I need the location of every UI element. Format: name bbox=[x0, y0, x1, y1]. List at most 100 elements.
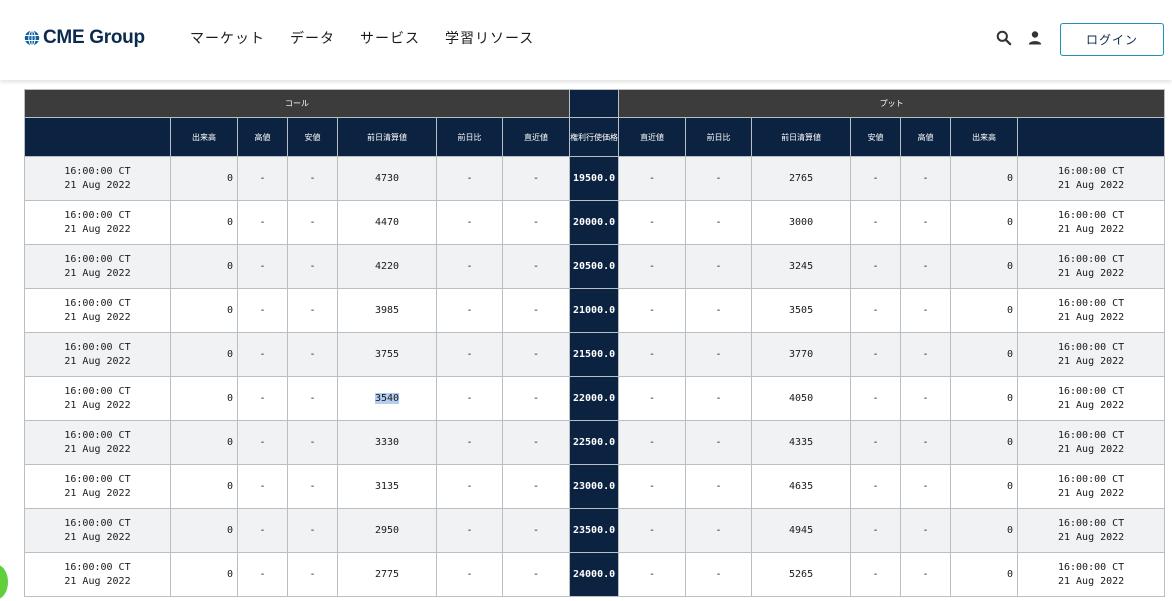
cell-strike: 19500.0 bbox=[569, 156, 620, 201]
cell-call-low: - bbox=[287, 420, 338, 465]
options-quote-table: コール プット 出来高 高値 安値 前日清算値 前日比 直近値 権利行使価格 直… bbox=[23, 89, 1166, 597]
chat-icon[interactable] bbox=[0, 563, 10, 601]
col-put-updated bbox=[1017, 117, 1166, 157]
table-row: 16:00:00 CT 21 Aug 2022 0 - - 4730 - - 19500.0 - -… bbox=[24, 156, 1166, 201]
cell-put-updated: 16:00:00 CT 21 Aug 2022 bbox=[1017, 200, 1166, 245]
search-icon[interactable] bbox=[995, 29, 1013, 47]
col-call-change[interactable]: 前日比 bbox=[436, 117, 503, 157]
call-high-value: - bbox=[259, 525, 266, 536]
login-button[interactable]: ログイン bbox=[1060, 23, 1164, 56]
call-high-value: - bbox=[259, 217, 266, 228]
cell-put-prior-settle: 4945 bbox=[751, 508, 852, 553]
cell-put-change: - bbox=[685, 244, 753, 289]
cell-put-low: - bbox=[850, 376, 902, 421]
cell-put-high: - bbox=[900, 332, 952, 377]
put-volume-value: 0 bbox=[1007, 217, 1014, 228]
call-high-value: - bbox=[259, 481, 266, 492]
col-call-prior-settle[interactable]: 前日清算値 bbox=[337, 117, 437, 157]
call-last-value: - bbox=[533, 569, 540, 580]
cell-strike: 21000.0 bbox=[569, 288, 620, 333]
cell-put-last: - bbox=[618, 288, 687, 333]
cell-put-high: - bbox=[900, 508, 952, 553]
cell-call-last: - bbox=[501, 244, 571, 289]
cell-call-prior-settle: 3330 bbox=[337, 420, 437, 465]
put-low-value: - bbox=[872, 349, 879, 360]
put-last-value: - bbox=[649, 393, 656, 404]
put-high-value: - bbox=[922, 481, 929, 492]
put-change-value: - bbox=[715, 481, 722, 492]
call-last-value: - bbox=[533, 261, 540, 272]
put-update-date: 21 Aug 2022 bbox=[1057, 179, 1125, 191]
cell-call-change: - bbox=[436, 464, 503, 509]
nav-item-services[interactable]: サービス bbox=[360, 28, 420, 48]
cell-put-low: - bbox=[850, 156, 902, 201]
table-row: 16:00:00 CT 21 Aug 2022 0 - - 3540 - - 22000.0 - -… bbox=[24, 376, 1166, 421]
put-update-time: 16:00:00 CT bbox=[1057, 562, 1125, 573]
call-update-date: 21 Aug 2022 bbox=[64, 311, 131, 323]
call-low-value: - bbox=[309, 481, 316, 492]
put-low-value: - bbox=[872, 305, 879, 316]
cell-put-last: - bbox=[618, 200, 687, 245]
cell-put-low: - bbox=[850, 244, 902, 289]
cell-call-change: - bbox=[436, 552, 503, 597]
nav-item-markets[interactable]: マーケット bbox=[190, 28, 265, 48]
put-volume-value: 0 bbox=[1007, 437, 1014, 448]
put-update-time: 16:00:00 CT bbox=[1057, 430, 1125, 441]
strike-value: 20500.0 bbox=[572, 261, 616, 272]
put-low-value: - bbox=[872, 261, 879, 272]
put-update-date: 21 Aug 2022 bbox=[1057, 575, 1125, 587]
call-volume-value: 0 bbox=[226, 525, 233, 536]
col-call-last[interactable]: 直近値 bbox=[501, 117, 571, 157]
cell-call-volume: 0 bbox=[170, 244, 238, 289]
put-update-date: 21 Aug 2022 bbox=[1057, 311, 1125, 323]
cell-put-high: - bbox=[900, 244, 952, 289]
cell-call-high: - bbox=[237, 200, 288, 245]
cell-call-updated: 16:00:00 CT 21 Aug 2022 bbox=[24, 244, 171, 289]
table-row: 16:00:00 CT 21 Aug 2022 0 - - 3135 - - 23000.0 - -… bbox=[24, 464, 1166, 509]
put-last-value: - bbox=[649, 305, 656, 316]
col-strike[interactable]: 権利行使価格 bbox=[569, 117, 620, 157]
cell-call-last: - bbox=[501, 420, 571, 465]
cell-put-volume: 0 bbox=[950, 464, 1019, 509]
col-put-change[interactable]: 前日比 bbox=[685, 117, 753, 157]
cell-call-high: - bbox=[237, 244, 288, 289]
cell-put-prior-settle: 3245 bbox=[751, 244, 852, 289]
col-call-volume[interactable]: 出来高 bbox=[170, 117, 238, 157]
put-volume-value: 0 bbox=[1007, 525, 1014, 536]
col-call-high[interactable]: 高値 bbox=[237, 117, 288, 157]
call-update-date: 21 Aug 2022 bbox=[64, 575, 131, 587]
col-put-high[interactable]: 高値 bbox=[900, 117, 952, 157]
call-update-date: 21 Aug 2022 bbox=[64, 531, 131, 543]
cell-put-prior-settle: 4635 bbox=[751, 464, 852, 509]
cell-put-last: - bbox=[618, 420, 687, 465]
cell-call-low: - bbox=[287, 376, 338, 421]
call-volume-value: 0 bbox=[226, 349, 233, 360]
cell-put-high: - bbox=[900, 376, 952, 421]
cell-put-prior-settle: 3770 bbox=[751, 332, 852, 377]
nav-item-learning[interactable]: 学習リソース bbox=[445, 28, 534, 48]
call-update-time: 16:00:00 CT bbox=[64, 210, 131, 221]
col-put-low[interactable]: 安値 bbox=[850, 117, 902, 157]
cell-put-prior-settle: 4335 bbox=[751, 420, 852, 465]
col-put-last[interactable]: 直近値 bbox=[618, 117, 687, 157]
put-last-value: - bbox=[649, 261, 656, 272]
col-call-low[interactable]: 安値 bbox=[287, 117, 338, 157]
call-volume-value: 0 bbox=[226, 173, 233, 184]
cell-put-high: - bbox=[900, 552, 952, 597]
nav-item-data[interactable]: データ bbox=[290, 28, 335, 48]
cell-put-low: - bbox=[850, 420, 902, 465]
cell-put-volume: 0 bbox=[950, 288, 1019, 333]
table-row: 16:00:00 CT 21 Aug 2022 0 - - 3985 - - 21000.0 - -… bbox=[24, 288, 1166, 333]
call-high-value: - bbox=[259, 393, 266, 404]
call-update-time: 16:00:00 CT bbox=[64, 430, 131, 441]
call-update-time: 16:00:00 CT bbox=[64, 254, 131, 265]
call-update-date: 21 Aug 2022 bbox=[64, 399, 131, 411]
cme-group-logo[interactable]: CME Group bbox=[24, 27, 145, 49]
cell-call-updated: 16:00:00 CT 21 Aug 2022 bbox=[24, 464, 171, 509]
col-put-volume[interactable]: 出来高 bbox=[950, 117, 1019, 157]
call-volume-value: 0 bbox=[226, 393, 233, 404]
cell-call-last: - bbox=[501, 156, 571, 201]
user-icon[interactable] bbox=[1026, 29, 1044, 47]
col-put-prior-settle[interactable]: 前日清算値 bbox=[751, 117, 852, 157]
cell-put-last: - bbox=[618, 244, 687, 289]
